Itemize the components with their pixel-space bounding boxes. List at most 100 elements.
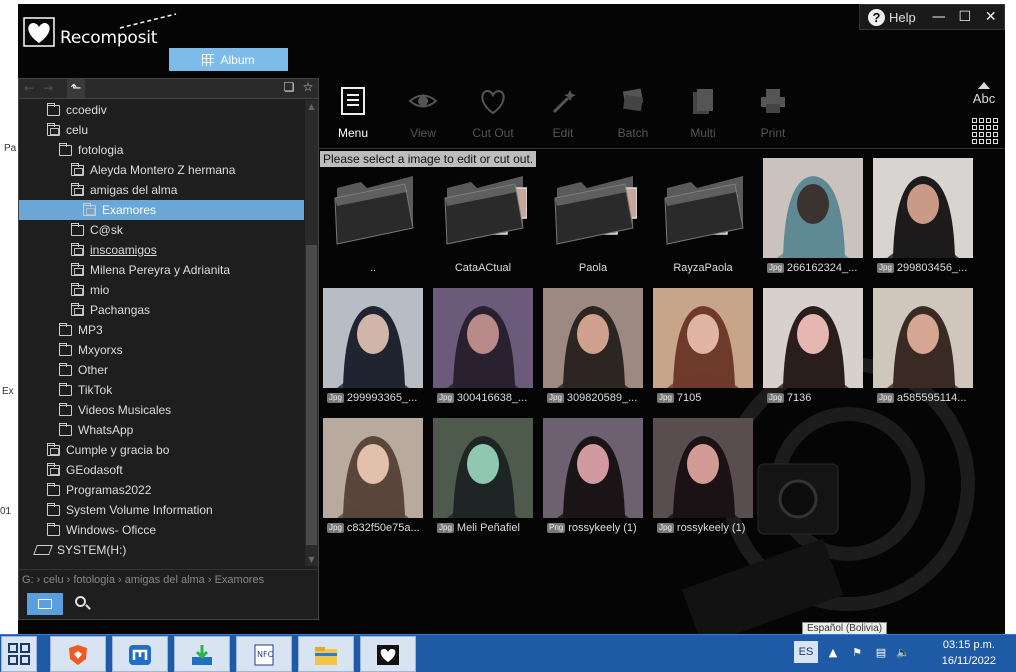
tree-item[interactable]: Cumple y gracia bo [19, 440, 304, 460]
favorite-star-icon[interactable]: ☆ [300, 80, 316, 96]
tree-item[interactable]: SYSTEM(H:) [19, 540, 304, 560]
tree-item[interactable]: Mxyorxs [19, 340, 304, 360]
start-button[interactable] [1, 636, 37, 672]
image-folder-icon [47, 462, 60, 476]
tree-item[interactable]: celu [19, 120, 304, 140]
clock[interactable]: 03:15 p.m. 16/11/2022 [942, 637, 996, 669]
network-icon[interactable]: ▤ [874, 646, 888, 660]
taskbar-app-maxthon[interactable] [112, 636, 168, 672]
tree-item[interactable]: ccoediv [19, 100, 304, 120]
photo-preview [323, 418, 423, 518]
item-caption: Jpg rossykeely (1) [653, 521, 753, 535]
help-label: Help [889, 9, 916, 25]
tree-item-label: C@sk [90, 223, 123, 237]
help-button[interactable]: ? Help [868, 8, 916, 26]
tree-item[interactable]: Pachangas [19, 300, 304, 320]
up-folder-button[interactable]: ⬑ [67, 79, 85, 98]
tree-item[interactable]: Videos Musicales [19, 400, 304, 420]
item-name: 7136 [786, 392, 812, 404]
image-thumbnail[interactable]: Jpg 300416638_... [433, 288, 533, 410]
item-caption: Paola [543, 261, 643, 275]
folder-thumbnail[interactable]: RayzaPaola [653, 158, 753, 280]
taskbar-app-nfo-viewer[interactable]: NFO [236, 636, 292, 672]
item-caption: Jpg 299803456_... [873, 261, 973, 275]
tree-item[interactable]: inscoamigos [19, 240, 304, 260]
album-tab[interactable]: Album [169, 48, 288, 71]
scroll-down-arrow-icon[interactable]: ▼ [305, 555, 318, 564]
folder-thumbnail[interactable]: .. [323, 158, 423, 280]
toolbar-cut-out-button[interactable]: Cut Out [463, 82, 523, 144]
sort-name-button[interactable]: Abc [966, 82, 1002, 112]
toolbar-batch-button[interactable]: Batch [603, 82, 663, 144]
tree-item-label: Examores [102, 203, 157, 217]
tree-item-selected[interactable]: Examores [19, 200, 304, 220]
taskbar-app-file-explorer[interactable] [298, 636, 354, 672]
toolbar-multi-button[interactable]: Multi [673, 82, 733, 144]
tree-item[interactable]: mio [19, 280, 304, 300]
tree-item[interactable]: Windows- Oficce [19, 520, 304, 540]
item-name: 309820589_... [566, 392, 638, 404]
image-thumbnail[interactable]: Jpg 266162324_... [763, 158, 863, 280]
taskbar-app-downloader[interactable] [174, 636, 230, 672]
image-folder-icon [71, 182, 84, 196]
toolbar-view-button[interactable]: View [393, 82, 453, 144]
image-thumbnail[interactable]: Jpg a585595114... [873, 288, 973, 410]
image-thumbnail[interactable]: Png rossykeely (1) [543, 418, 643, 540]
tree-scrollbar[interactable]: ▲ ▼ [305, 100, 318, 566]
image-thumbnail[interactable]: Jpg c832f50e75a... [323, 418, 423, 540]
tree-item[interactable]: Milena Pereyra y Adrianita [19, 260, 304, 280]
language-indicator[interactable]: ES [794, 641, 818, 663]
folder-view-button[interactable] [27, 593, 63, 615]
tree-item[interactable]: GEodasoft [19, 460, 304, 480]
folder-icon [71, 222, 84, 236]
toolbar-label: Batch [617, 126, 649, 140]
photo-preview [653, 288, 753, 388]
close-button[interactable]: ✕ [980, 7, 1002, 27]
tree-item[interactable]: fotologia [19, 140, 304, 160]
search-button[interactable] [71, 593, 95, 615]
maximize-button[interactable]: ☐ [954, 7, 976, 27]
photo-preview [763, 158, 863, 258]
toolbar-edit-button[interactable]: Edit [533, 82, 593, 144]
image-thumbnail[interactable]: Jpg 7136 [763, 288, 863, 410]
forward-arrow-icon[interactable]: → [43, 81, 53, 95]
folder-thumbnail[interactable]: Paola [543, 158, 643, 280]
show-hidden-icons[interactable]: ▲ [826, 646, 840, 660]
item-name: 299993365_... [346, 392, 418, 404]
new-folder-icon[interactable]: ❏ [281, 80, 297, 96]
image-thumbnail[interactable]: Jpg rossykeely (1) [653, 418, 753, 540]
tree-item[interactable]: Other [19, 360, 304, 380]
taskbar-app-brave[interactable] [50, 636, 106, 672]
tree-item-label: ccoediv [66, 103, 107, 117]
taskbar-app-recomposit[interactable] [360, 636, 416, 672]
item-name: rossykeely (1) [568, 522, 637, 534]
folder-thumbnail[interactable]: CataACtual [433, 158, 533, 280]
toolbar-menu-button[interactable]: Menu [323, 82, 383, 144]
folder-icon [47, 102, 60, 116]
back-arrow-icon[interactable]: ← [24, 81, 34, 95]
action-center-flag-icon[interactable]: ⚑ [850, 646, 864, 660]
tree-item[interactable]: System Volume Information [19, 500, 304, 520]
tree-item[interactable]: Programas2022 [19, 480, 304, 500]
image-thumbnail[interactable]: Jpg Meli Peñafiel [433, 418, 533, 540]
grid-view-button[interactable] [972, 118, 998, 144]
image-thumbnail[interactable]: Jpg 7105 [653, 288, 753, 410]
grid-view-cell [972, 132, 977, 137]
minimize-button[interactable]: — [928, 7, 950, 27]
file-type-badge: Jpg [877, 393, 894, 403]
image-thumbnail[interactable]: Jpg 299993365_... [323, 288, 423, 410]
volume-icon[interactable]: 🔈 [896, 646, 910, 660]
tree-item-label: WhatsApp [78, 423, 134, 437]
tree-item[interactable]: MP3 [19, 320, 304, 340]
grid-view-cell [986, 125, 991, 130]
scroll-up-arrow-icon[interactable]: ▲ [305, 102, 318, 111]
image-thumbnail[interactable]: Jpg 299803456_... [873, 158, 973, 280]
tree-item[interactable]: Aleyda Montero Z hermana [19, 160, 304, 180]
tree-item[interactable]: amigas del alma [19, 180, 304, 200]
image-thumbnail[interactable]: Jpg 309820589_... [543, 288, 643, 410]
tree-item[interactable]: WhatsApp [19, 420, 304, 440]
tree-item[interactable]: C@sk [19, 220, 304, 240]
tree-item[interactable]: TikTok [19, 380, 304, 400]
toolbar-print-button[interactable]: Print [743, 82, 803, 144]
scrollbar-thumb[interactable] [306, 245, 317, 545]
